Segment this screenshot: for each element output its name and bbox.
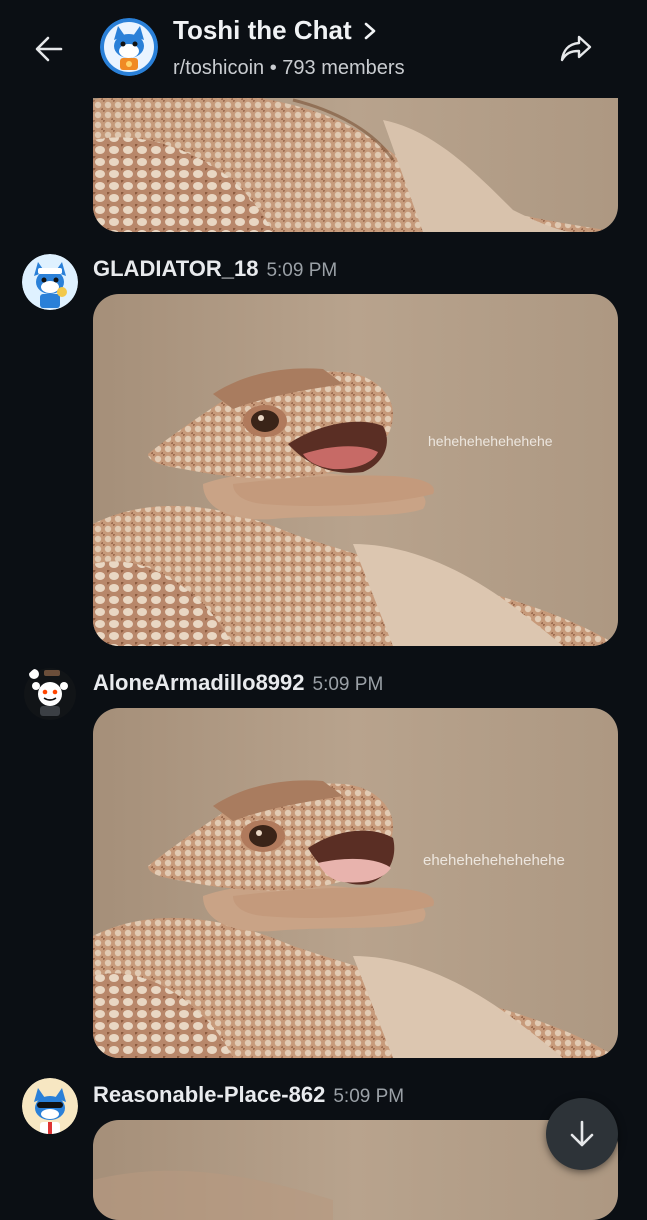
arrow-left-icon: [35, 36, 63, 62]
message-meta: AloneArmadillo8992 5:09 PM: [93, 670, 383, 696]
meme-caption: hehehehehehehehe: [428, 433, 553, 449]
message-image[interactable]: hehehehehehehehe: [93, 294, 618, 646]
avatar[interactable]: [22, 1078, 78, 1134]
message-meta: Reasonable-Place-862 5:09 PM: [93, 1082, 404, 1108]
chevron-right-icon: [362, 20, 378, 42]
username[interactable]: GLADIATOR_18: [93, 256, 258, 282]
subreddit-name: r/toshicoin: [173, 57, 265, 79]
avatar[interactable]: [22, 664, 78, 720]
chat-title-text: Toshi the Chat: [173, 15, 352, 45]
message-image[interactable]: [93, 1120, 618, 1220]
share-button[interactable]: [552, 24, 600, 72]
username[interactable]: Reasonable-Place-862: [93, 1082, 325, 1108]
timestamp: 5:09 PM: [266, 260, 338, 281]
timestamp: 5:09 PM: [333, 1086, 405, 1107]
share-arrow-icon: [560, 35, 592, 62]
back-button[interactable]: [26, 26, 72, 72]
member-count: 793 members: [282, 57, 405, 79]
message-meta: GLADIATOR_18 5:09 PM: [93, 256, 337, 282]
chat-title[interactable]: Toshi the Chat: [173, 15, 378, 46]
message-image[interactable]: ehehehehehehehehe: [93, 708, 618, 1058]
arrow-down-icon: [570, 1120, 594, 1147]
meme-caption: ehehehehehehehehe: [423, 852, 565, 869]
username[interactable]: AloneArmadillo8992: [93, 670, 305, 696]
scroll-to-bottom-button[interactable]: [546, 1098, 618, 1170]
chat-header: Toshi the Chat r/toshicoin • 793 members: [0, 0, 647, 98]
subtitle-separator: •: [269, 57, 277, 79]
timestamp: 5:09 PM: [312, 674, 384, 695]
avatar[interactable]: [22, 254, 78, 310]
chat-subtitle: r/toshicoin • 793 members: [173, 57, 405, 80]
community-avatar[interactable]: [100, 18, 158, 76]
